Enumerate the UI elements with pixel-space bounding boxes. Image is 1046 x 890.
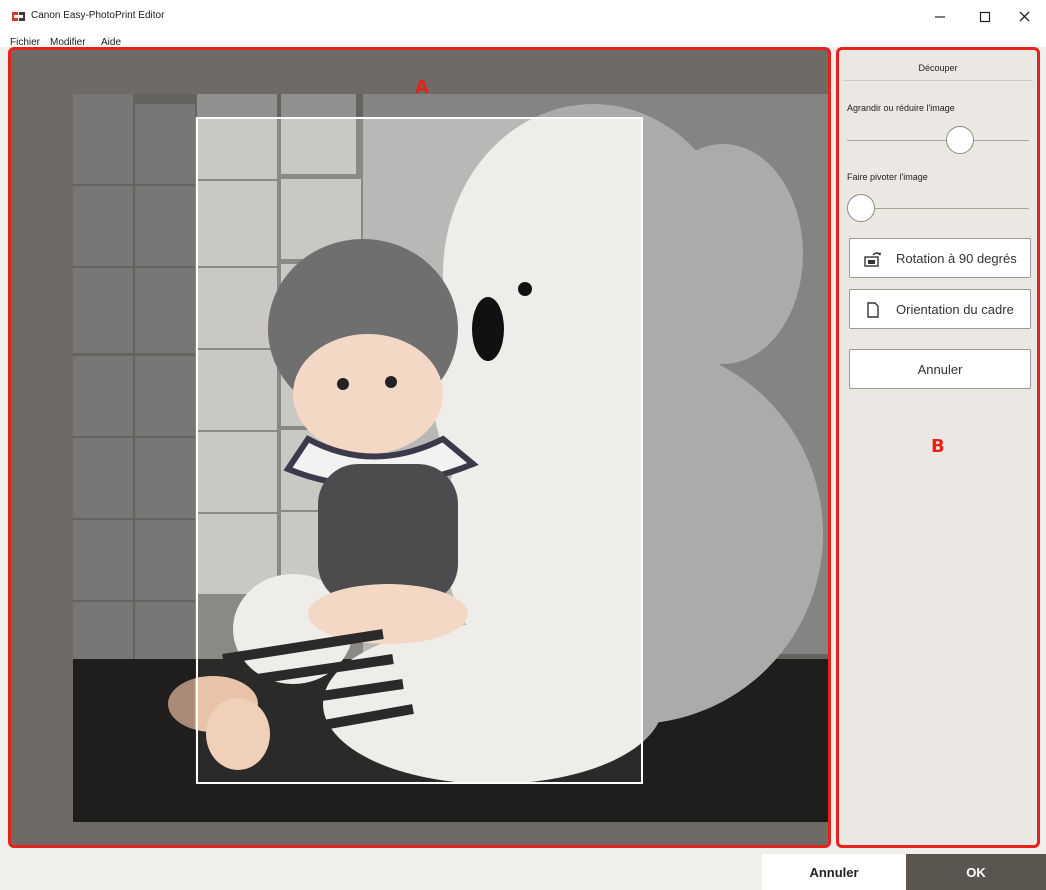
divider: [843, 80, 1033, 81]
cancel-button[interactable]: Annuler: [762, 854, 906, 890]
ok-button[interactable]: OK: [906, 854, 1046, 890]
minimize-icon: [935, 16, 945, 18]
preview-area: A: [8, 47, 831, 848]
frame-orientation-button[interactable]: Orientation du cadre: [849, 289, 1031, 329]
crop-frame[interactable]: [196, 117, 643, 784]
zoom-slider[interactable]: [847, 140, 1029, 141]
menu-help[interactable]: Aide: [101, 37, 121, 47]
minimize-button[interactable]: [918, 0, 964, 33]
rotate-90-button[interactable]: Rotation à 90 degrés: [849, 238, 1031, 278]
frame-orientation-label: Orientation du cadre: [896, 302, 1014, 317]
menu-bar: Fichier Modifier Aide: [0, 33, 1046, 47]
rotate-slider-thumb[interactable]: [847, 194, 875, 222]
close-icon: [1019, 11, 1030, 22]
menu-edit[interactable]: Modifier: [50, 37, 86, 47]
panel-title: Découper: [918, 63, 958, 73]
close-button[interactable]: [1002, 0, 1046, 33]
crop-tools-panel: Découper Agrandir ou réduire l'image Fai…: [836, 47, 1040, 848]
zoom-slider-thumb[interactable]: [946, 126, 974, 154]
menu-file[interactable]: Fichier: [10, 37, 40, 47]
footer-bar: Annuler OK: [0, 851, 1046, 890]
app-window: Canon Easy-PhotoPrint Editor Fichier Mod…: [0, 0, 1046, 890]
title-bar: Canon Easy-PhotoPrint Editor: [0, 0, 1046, 33]
rotate-90-icon: [864, 252, 881, 267]
rotate-90-label: Rotation à 90 degrés: [896, 251, 1017, 266]
zoom-slider-label: Agrandir ou réduire l'image: [847, 103, 955, 113]
undo-label: Annuler: [917, 361, 963, 377]
frame-orientation-icon: [867, 302, 879, 318]
area-a-label: A: [415, 77, 429, 98]
window-title: Canon Easy-PhotoPrint Editor: [31, 10, 165, 21]
area-b-label: B: [931, 436, 945, 457]
undo-button[interactable]: Annuler: [849, 349, 1031, 389]
app-logo-icon: [12, 12, 25, 21]
rotate-slider-label: Faire pivoter l'image: [847, 172, 928, 182]
